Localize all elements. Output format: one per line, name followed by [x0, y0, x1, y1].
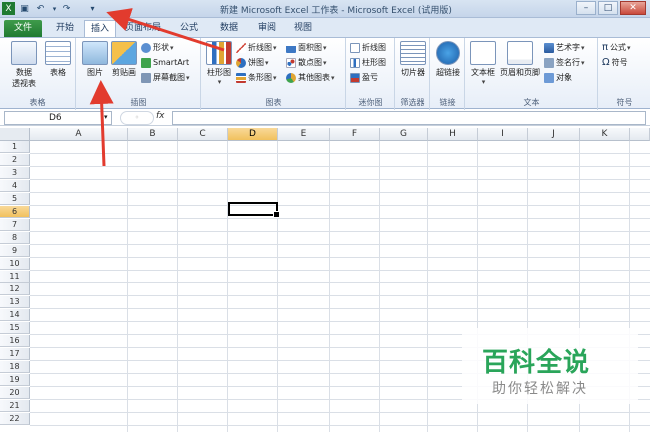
watermark: 百科全说 助你轻松解决: [462, 328, 638, 404]
arrow-to-picture-button: [89, 80, 114, 167]
arrow-to-customize-toolbar: [106, 8, 225, 52]
watermark-subtitle: 助你轻松解决: [492, 381, 588, 397]
watermark-logo: 百科全说: [482, 348, 591, 378]
